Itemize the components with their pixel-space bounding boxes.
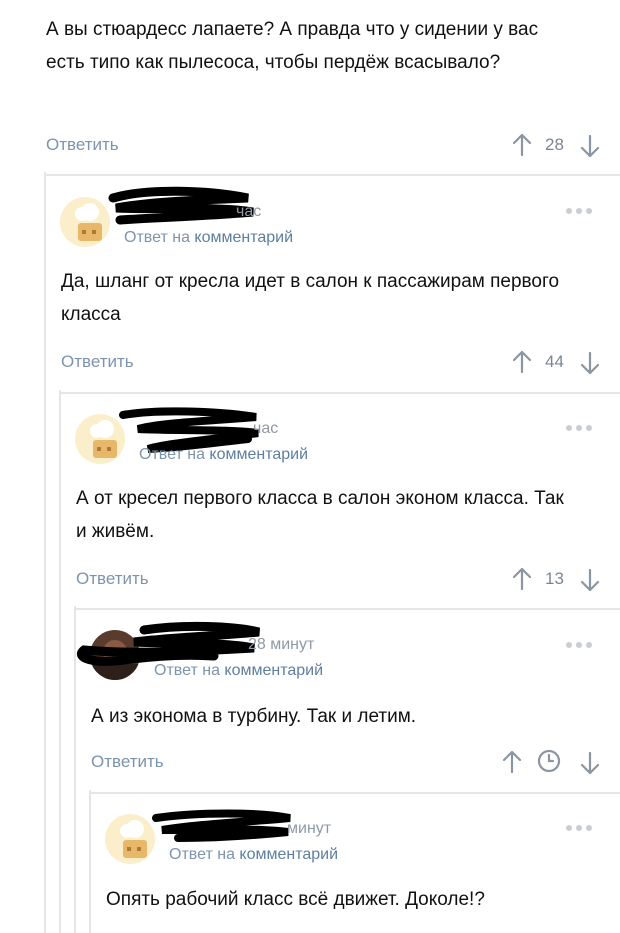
reply-to-link[interactable]: комментарий [239, 846, 338, 863]
downvote-button[interactable] [580, 751, 600, 775]
reply-to-label: Ответ на [139, 446, 205, 463]
reply-to-link[interactable]: комментарий [224, 662, 323, 679]
reply-to-meta: Ответ на комментарий [124, 229, 293, 247]
chef-avatar-icon [60, 197, 110, 247]
thread-divider [59, 392, 620, 394]
clock-icon [537, 749, 561, 778]
reply-button[interactable]: Ответить [91, 752, 164, 772]
reply-to-meta: Ответ на комментарий [154, 662, 323, 680]
more-dots-icon[interactable] [566, 825, 592, 831]
arrow-up-icon [512, 567, 532, 591]
more-dots-icon[interactable] [566, 642, 592, 648]
comment-time: минут [287, 820, 332, 837]
downvote-button[interactable] [580, 134, 600, 158]
reply-to-link[interactable]: комментарий [209, 446, 308, 463]
thread-line [44, 172, 46, 933]
thread-divider [89, 792, 620, 794]
arrow-up-icon [512, 133, 532, 157]
comment-time: 28 минут [248, 636, 315, 653]
reply-to-link[interactable]: комментарий [194, 229, 293, 246]
arrow-down-icon [580, 751, 600, 775]
thread-line [59, 390, 61, 933]
thread-divider [44, 174, 620, 176]
arrow-up-icon [512, 350, 532, 374]
reply-to-label: Ответ на [124, 229, 190, 246]
comment-text: Опять рабочий класс всё движет. Доколе!? [106, 889, 485, 910]
comment-text: Да, шланг от кресла идет в салон к пасса… [61, 271, 560, 325]
downvote-button[interactable] [580, 351, 600, 375]
comment-text: А из эконома в турбину. Так и летим. [91, 706, 417, 727]
rating-count: 13 [545, 569, 564, 588]
comment-time: час [253, 420, 279, 437]
upvote-button[interactable] [502, 750, 522, 774]
redacted-username [152, 809, 291, 842]
reply-to-meta: Ответ на комментарий [169, 846, 338, 864]
upvote-button[interactable] [512, 567, 532, 591]
thread-line [89, 790, 91, 933]
reply-button[interactable]: Ответить [76, 569, 149, 589]
reply-to-label: Ответ на [154, 662, 220, 679]
arrow-down-icon [580, 351, 600, 375]
upvote-button[interactable] [512, 133, 532, 157]
reply-button[interactable]: Ответить [46, 135, 119, 155]
comment-text: А от кресел первого класса в салон эконо… [76, 488, 564, 542]
thread-divider [74, 608, 620, 610]
rating-count: 44 [545, 352, 564, 371]
downvote-button[interactable] [580, 568, 600, 592]
arrow-down-icon [580, 134, 600, 158]
arrow-up-icon [502, 750, 522, 774]
comment-text: А вы стюардесс лапаете? А правда что у с… [46, 19, 539, 73]
reply-to-meta: Ответ на комментарий [139, 446, 308, 464]
more-dots-icon[interactable] [566, 208, 592, 214]
reply-button[interactable]: Ответить [61, 352, 134, 372]
arrow-down-icon [580, 568, 600, 592]
rating-count: 28 [545, 135, 564, 154]
comment-time: час [236, 203, 262, 220]
avatar[interactable] [60, 197, 110, 247]
more-dots-icon[interactable] [566, 425, 592, 431]
reply-to-label: Ответ на [169, 846, 235, 863]
upvote-button[interactable] [512, 350, 532, 374]
